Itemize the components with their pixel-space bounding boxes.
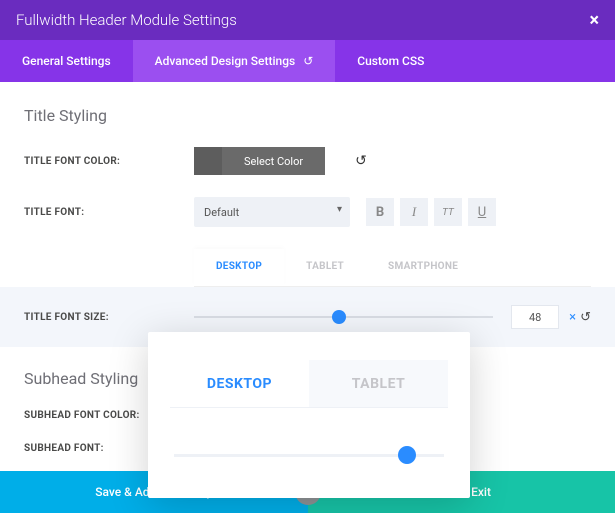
modal-title: Fullwidth Header Module Settings — [16, 11, 237, 29]
select-color-button[interactable]: Select Color — [222, 147, 325, 175]
title-font-select[interactable]: Default — [194, 197, 350, 227]
tab-css[interactable]: Custom CSS — [335, 40, 446, 82]
title-font-label: TITLE FONT: — [24, 207, 194, 218]
smallcaps-button[interactable]: TT — [434, 198, 462, 226]
reset-icon[interactable]: ↺ — [580, 310, 591, 325]
tab-general[interactable]: General Settings — [0, 40, 133, 82]
overlay-device-tabs: DESKTOP TABLET — [170, 360, 448, 408]
tab-bar: General Settings Advanced Design Setting… — [0, 40, 615, 82]
underline-button[interactable]: U — [468, 198, 496, 226]
modal-header: Fullwidth Header Module Settings × — [0, 0, 615, 40]
device-tab-desktop[interactable]: DESKTOP — [194, 249, 284, 286]
overlay-card: DESKTOP TABLET — [148, 332, 470, 498]
title-styling-section: Title Styling TITLE FONT COLOR: Select C… — [0, 82, 615, 287]
title-font-color-label: TITLE FONT COLOR: — [24, 156, 194, 167]
device-tabs: DESKTOP TABLET SMARTPHONE — [194, 249, 591, 287]
bold-button[interactable]: B — [366, 198, 394, 226]
section-heading: Title Styling — [24, 106, 591, 125]
title-font-color-row: TITLE FONT COLOR: Select Color ↺ — [24, 147, 591, 175]
overlay-tab-desktop[interactable]: DESKTOP — [170, 360, 309, 407]
overlay-slider[interactable] — [174, 454, 444, 457]
font-select-wrap: Default — [194, 197, 350, 227]
reset-icon[interactable]: ↺ — [303, 54, 313, 68]
overlay-slider-area — [170, 408, 448, 457]
title-font-row: TITLE FONT: Default B I TT U — [24, 197, 591, 227]
tab-advanced[interactable]: Advanced Design Settings ↺ — [133, 40, 336, 82]
slider-thumb[interactable] — [398, 446, 416, 464]
italic-button[interactable]: I — [400, 198, 428, 226]
device-tab-smartphone[interactable]: SMARTPHONE — [366, 249, 480, 286]
size-actions: × ↺ — [569, 310, 591, 325]
font-size-input[interactable] — [511, 305, 559, 329]
color-swatch[interactable] — [194, 147, 222, 175]
title-font-size-label: TITLE FONT SIZE: — [24, 312, 194, 323]
device-tab-tablet[interactable]: TABLET — [284, 249, 366, 286]
reset-icon[interactable]: ↺ — [355, 153, 367, 169]
font-size-slider[interactable] — [194, 316, 493, 318]
close-icon[interactable]: × — [589, 10, 599, 31]
clear-icon[interactable]: × — [569, 310, 576, 325]
overlay-tab-tablet[interactable]: TABLET — [309, 360, 448, 407]
tab-advanced-label: Advanced Design Settings — [155, 54, 296, 68]
slider-thumb[interactable] — [332, 310, 346, 324]
